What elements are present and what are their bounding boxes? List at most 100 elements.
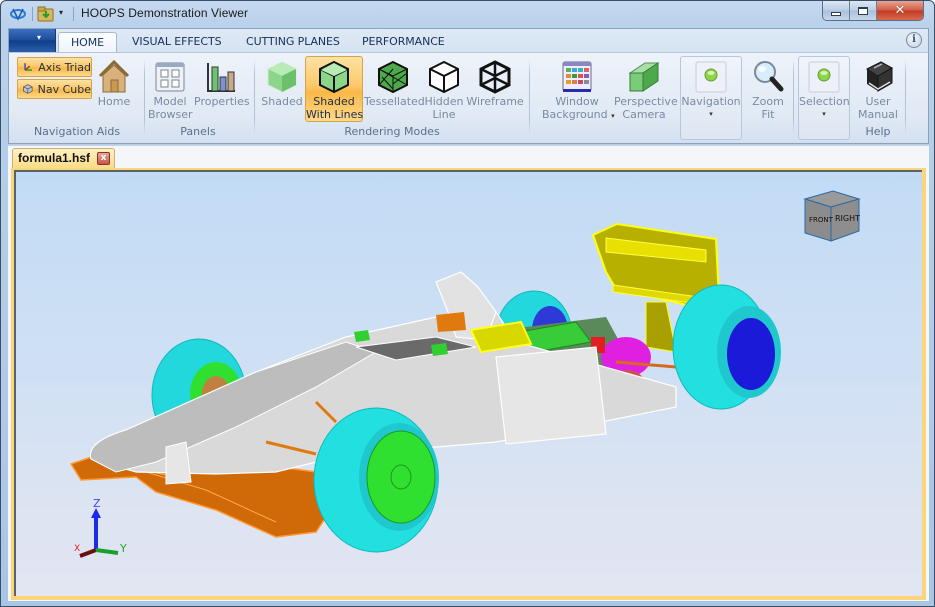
tab-visual-effects[interactable]: VISUAL EFFECTS [120, 32, 234, 53]
tab-home[interactable]: HOME [58, 32, 117, 53]
chevron-down-icon: ▾ [822, 110, 826, 118]
hidden-line-label-line2: Line [432, 108, 456, 121]
rear-right-wheel [672, 284, 781, 410]
nav-cube-button[interactable]: Nav Cube [17, 79, 92, 99]
tab-cutting-planes[interactable]: CUTTING PLANES [234, 32, 352, 53]
axis-x-label: X [74, 544, 80, 554]
document-area: formula1.hsf x FRONT RIGHT Z Y X [8, 145, 929, 601]
app-window: ▾ HOOPS Demonstration Viewer ✕ ▾ HOME VI… [0, 0, 935, 607]
minimize-button[interactable] [823, 1, 850, 20]
group-label-help: Help [865, 125, 891, 138]
model-browser-button[interactable]: Model Browser [147, 56, 193, 122]
window-controls: ✕ [822, 1, 924, 21]
perspective-camera-label-line2: Camera [622, 108, 666, 121]
document-tab-label: formula1.hsf [18, 151, 91, 165]
hidden-line-button[interactable]: Hidden Line [423, 56, 465, 122]
front-right-wheel [313, 407, 439, 553]
book-icon [865, 61, 894, 92]
home-label: Home [97, 95, 131, 108]
maximize-button[interactable] [850, 1, 877, 20]
application-menu-button[interactable]: ▾ [9, 29, 56, 52]
title-bar: ▾ HOOPS Demonstration Viewer ✕ [1, 1, 934, 27]
selection-button[interactable]: Selection ▾ [798, 56, 850, 140]
shaded-button[interactable]: Shaded [259, 56, 305, 122]
document-tab-formula1[interactable]: formula1.hsf x [12, 148, 115, 168]
wireframe-cube-icon [479, 60, 511, 94]
tessellated-button[interactable]: Tessellated [363, 56, 425, 122]
navigation-button[interactable]: Navigation ▾ [680, 56, 742, 140]
hidden-line-label-line1: Hidden [424, 95, 464, 108]
ribbon-home-panel: Axis Triad Nav Cube Home Navigation Aids [8, 52, 929, 144]
window-background-label-line1: Window [555, 95, 599, 108]
tessellated-label: Tessellated [364, 95, 425, 108]
home-button[interactable]: Home [95, 56, 133, 122]
window-title: HOOPS Demonstration Viewer [81, 6, 249, 20]
nav-cube-label: Nav Cube [37, 82, 91, 96]
group-separator [793, 59, 794, 135]
chevron-down-icon: ▾ [37, 33, 42, 42]
window-background-label-line2: Background ▾ [542, 108, 615, 123]
group-label-navigation-aids: Navigation Aids [33, 125, 121, 138]
magnifier-icon [754, 61, 784, 92]
user-manual-label-line1: User [865, 95, 891, 108]
zoom-fit-button[interactable]: Zoom Fit [747, 56, 789, 122]
group-separator [529, 59, 530, 135]
group-separator [905, 59, 906, 135]
nav-cube[interactable]: FRONT RIGHT [797, 185, 867, 249]
nav-cube-front-face[interactable]: FRONT [809, 216, 834, 224]
group-label-panels: Panels [180, 125, 216, 138]
tessellated-cube-icon [378, 60, 408, 94]
qat-separator [32, 7, 33, 21]
axis-triad-button[interactable]: Axis Triad [17, 57, 92, 77]
shaded-with-lines-label-line1: Shaded [313, 95, 355, 108]
shaded-with-lines-label-line2: With Lines [306, 108, 364, 121]
nav-cube-right-face[interactable]: RIGHT [835, 214, 860, 223]
maximize-icon [858, 6, 868, 15]
properties-label: Properties [194, 95, 250, 108]
model-browser-icon [155, 62, 185, 92]
zoom-fit-label-line2: Fit [761, 108, 775, 121]
close-icon: ✕ [894, 3, 906, 18]
properties-button[interactable]: Properties [193, 56, 250, 122]
ribbon-tab-bar: ▾ HOME VISUAL EFFECTS CUTTING PLANES PER… [8, 28, 929, 53]
axis-z-label: Z [93, 497, 101, 510]
model-browser-label-line2: Browser [148, 108, 193, 121]
model-browser-label-line1: Model [153, 95, 187, 108]
zoom-fit-label-line1: Zoom [752, 95, 784, 108]
perspective-camera-button[interactable]: Perspective Camera [613, 56, 678, 122]
group-separator [144, 59, 145, 135]
navigation-label: Navigation [681, 95, 741, 108]
user-manual-button[interactable]: User Manual [855, 56, 901, 122]
window-background-icon [562, 61, 592, 92]
shaded-with-lines-button[interactable]: Shaded With Lines [305, 56, 363, 122]
axis-triad-label: Axis Triad [38, 60, 91, 74]
axis-y-label: Y [119, 542, 127, 555]
hidden-line-cube-icon [429, 60, 459, 94]
perspective-camera-icon [628, 62, 660, 92]
nav-cube-icon [23, 84, 33, 94]
shaded-with-lines-cube-icon [319, 60, 349, 94]
selection-orb-icon [808, 61, 840, 93]
perspective-camera-label-line1: Perspective [614, 95, 678, 108]
viewport-frame: FRONT RIGHT Z Y X [11, 168, 926, 600]
info-icon[interactable]: i [906, 32, 922, 48]
app-icon[interactable] [9, 6, 27, 22]
open-folder-icon[interactable] [37, 6, 55, 22]
selection-label: Selection [799, 95, 850, 108]
wireframe-label: Wireframe [466, 95, 524, 108]
close-tab-icon[interactable]: x [97, 152, 110, 165]
window-background-button[interactable]: Window Background ▾ [541, 56, 615, 123]
group-label-rendering-modes: Rendering Modes [344, 125, 440, 138]
user-manual-label-line2: Manual [858, 108, 898, 121]
qat-separator [73, 7, 74, 21]
tab-performance[interactable]: PERFORMANCE [350, 32, 457, 53]
close-button[interactable]: ✕ [877, 1, 923, 20]
wireframe-button[interactable]: Wireframe [465, 56, 525, 122]
shaded-label: Shaded [261, 95, 303, 108]
3d-viewport[interactable]: FRONT RIGHT Z Y X [14, 170, 922, 596]
qat-customize-dropdown[interactable]: ▾ [59, 7, 67, 19]
group-separator [254, 59, 255, 135]
window-background-label-text: Background [542, 108, 608, 121]
minimize-icon [831, 11, 841, 16]
properties-icon [207, 63, 235, 92]
